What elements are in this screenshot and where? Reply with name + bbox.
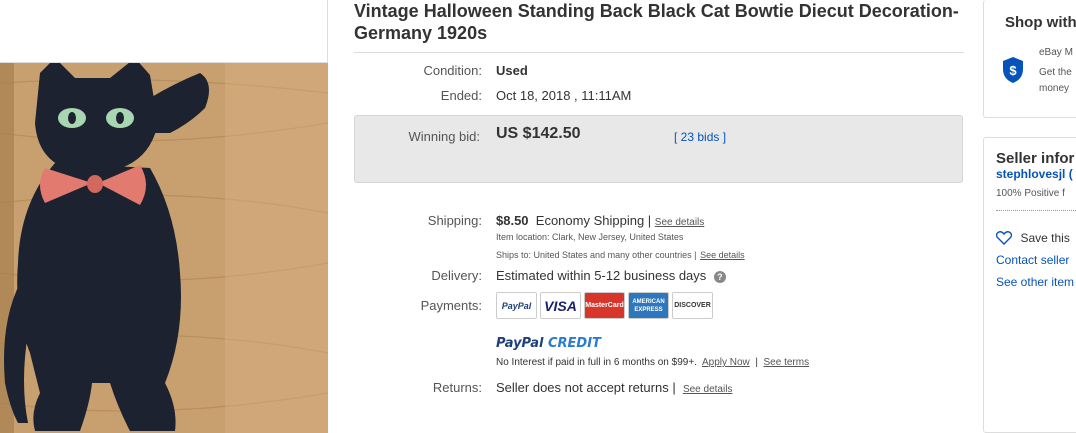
see-other-items-link[interactable]: See other item [996, 275, 1074, 289]
shipping-label: Shipping: [427, 213, 482, 228]
shipping-value: $8.50 Economy Shipping | See details [496, 213, 704, 228]
visa-logo-icon: VISA [540, 292, 581, 319]
ships-to-see-details-link[interactable]: See details [700, 250, 745, 260]
save-seller-button[interactable]: Save this [995, 229, 1070, 247]
returns-label: Returns: [432, 380, 482, 395]
returns-see-details-link[interactable]: See details [683, 384, 732, 395]
credit-terms: No Interest if paid in full in 6 months … [496, 357, 809, 368]
seller-divider [996, 210, 1076, 211]
shipping-method: Economy Shipping | [535, 213, 652, 228]
pp-credit-paypal: PayPal [496, 336, 544, 351]
seller-info-title: Seller infor [996, 150, 1075, 167]
svg-text:$: $ [1009, 63, 1017, 78]
amex-logo-icon: AMERICAN EXPRESS [628, 292, 669, 319]
shipping-see-details-link[interactable]: See details [655, 217, 704, 228]
condition-label: Condition: [423, 63, 482, 78]
image-gallery [0, 0, 328, 433]
thumbnail-strip [0, 0, 328, 63]
winning-bid-label: Winning bid: [408, 129, 480, 144]
item-title: Vintage Halloween Standing Back Black Ca… [354, 1, 959, 43]
credit-divider: | [755, 357, 758, 368]
contact-seller-link[interactable]: Contact seller [996, 253, 1069, 267]
bid-history-link[interactable]: [ 23 bids ] [674, 130, 726, 144]
condition-value: Used [496, 63, 528, 78]
returns-value: Seller does not accept returns | See det… [496, 380, 732, 395]
item-photo[interactable] [0, 63, 328, 433]
money-text: money [1039, 83, 1070, 94]
ended-label: Ended: [440, 88, 482, 103]
winning-bid-box: Winning bid: US $142.50 [ 23 bids ] [354, 115, 963, 183]
returns-text: Seller does not accept returns | [496, 380, 676, 395]
help-icon[interactable]: ? [713, 270, 726, 283]
shop-with-confidence-card: Shop with $ eBay M Get the money [983, 0, 1076, 118]
cat-photo-illustration [0, 63, 328, 433]
delivery-label: Delivery: [431, 268, 482, 283]
delivery-value: Estimated within 5-12 business days ? [496, 268, 726, 283]
payments-label: Payments: [420, 298, 482, 313]
pp-credit-word: CREDIT [548, 336, 601, 351]
seller-info-card: Seller infor stephlovesjl ( 100% Positiv… [983, 137, 1076, 433]
get-the-text: Get the [1039, 67, 1072, 78]
item-location: Item location: Clark, New Jersey, United… [496, 232, 684, 242]
delivery-estimate: Estimated within 5-12 business days [496, 268, 707, 283]
save-this-label: Save this [1020, 231, 1070, 245]
ebay-m-text: eBay M [1039, 47, 1073, 58]
seller-feedback: 100% Positive f [996, 188, 1065, 199]
shop-with-title: Shop with [1005, 14, 1076, 31]
shield-icon: $ [1003, 57, 1023, 83]
ships-to-text: Ships to: United States and many other c… [496, 250, 697, 260]
shipping-price: $8.50 [496, 213, 529, 228]
apply-now-link[interactable]: Apply Now [702, 357, 750, 368]
paypal-logo-icon: PayPal [496, 292, 537, 319]
credit-text: No Interest if paid in full in 6 months … [496, 357, 697, 368]
heart-icon [995, 230, 1013, 245]
ships-to: Ships to: United States and many other c… [496, 246, 745, 261]
item-details: Vintage Halloween Standing Back Black Ca… [354, 0, 964, 395]
ended-value: Oct 18, 2018 , 11:11AM [496, 88, 632, 103]
see-terms-link[interactable]: See terms [764, 357, 810, 368]
winning-bid-price: US $142.50 [496, 125, 581, 142]
title-divider [354, 52, 964, 53]
paypal-credit-logo: PayPal CREDIT [496, 336, 601, 351]
discover-logo-icon: DISCOVER [672, 292, 713, 319]
mastercard-logo-icon: MasterCard [584, 292, 625, 319]
seller-name-link[interactable]: stephlovesjl ( [996, 167, 1073, 181]
payment-logos: PayPal VISA MasterCard AMERICAN EXPRESS … [496, 292, 713, 319]
